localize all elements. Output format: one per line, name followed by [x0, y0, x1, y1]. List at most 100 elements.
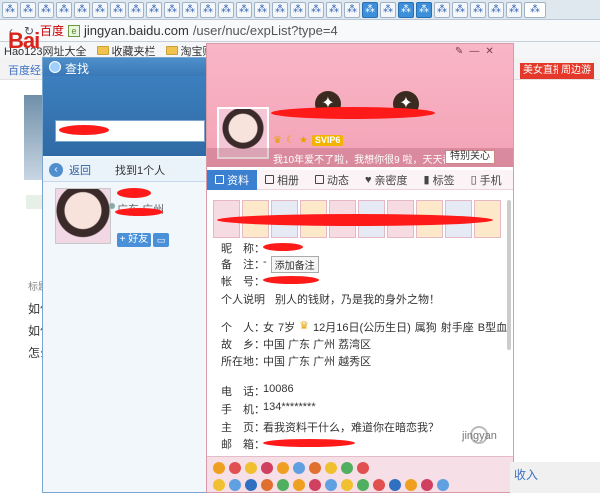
emoji-icon[interactable]: [373, 479, 385, 491]
emoji-icon[interactable]: [261, 462, 273, 474]
url-field[interactable]: 百度 e jingyan.baidu.com/user/nuc/expList?…: [40, 22, 338, 40]
tab-album[interactable]: 相册: [257, 170, 307, 190]
field-label: 个人说明: [221, 294, 265, 306]
browser-tab[interactable]: ⁂: [380, 1, 396, 18]
emoji-icon[interactable]: [293, 462, 305, 474]
tab-profile[interactable]: 资料: [207, 169, 257, 190]
close-icon[interactable]: ✕: [485, 46, 493, 57]
logo-text: Bai: [8, 28, 40, 53]
emoji-icon[interactable]: [293, 479, 305, 491]
emoji-icon[interactable]: [389, 479, 401, 491]
emoji-icon[interactable]: [405, 479, 417, 491]
scrollbar[interactable]: [507, 200, 511, 350]
tab-feed[interactable]: 动态: [307, 170, 357, 190]
homepage-row: 主 页： 看我资料干什么，难道你在暗恋我？: [221, 419, 439, 435]
phone-row: 电 话： 10086: [221, 383, 294, 399]
emoji-icon[interactable]: [277, 479, 289, 491]
browser-tab[interactable]: ⁂: [110, 1, 126, 18]
browser-tab[interactable]: ⁂: [92, 1, 108, 18]
back-icon[interactable]: ‹: [49, 162, 63, 177]
emoji-icon[interactable]: [421, 479, 433, 491]
field-label: 主 页：: [221, 422, 265, 434]
browser-tab[interactable]: ⁂: [290, 1, 306, 18]
browser-tab[interactable]: ⁂: [416, 1, 432, 18]
site-icon: e: [68, 24, 81, 37]
field-label: 电 话：: [221, 386, 265, 398]
emoji-icon[interactable]: [341, 462, 353, 474]
redaction-mark: [263, 439, 355, 447]
email-row: 邮 箱：: [221, 436, 355, 452]
browser-tab[interactable]: ⁂: [146, 1, 162, 18]
emoji-icon[interactable]: [309, 479, 321, 491]
browser-tab[interactable]: ⁂: [488, 1, 504, 18]
browser-tab[interactable]: ⁂: [164, 1, 180, 18]
browser-tab[interactable]: ⁂: [452, 1, 468, 18]
personal-desc: 别人的钱财，乃是我的身外之物！: [275, 294, 440, 306]
location: 中国 广东 广州 越秀区: [263, 356, 372, 368]
personal-desc-row: 个人说明 别人的钱财，乃是我的身外之物！: [221, 291, 440, 307]
emoji-icon[interactable]: [357, 462, 369, 474]
browser-tab[interactable]: ⁂: [344, 1, 360, 18]
emoji-icon[interactable]: [341, 479, 353, 491]
emoji-icon[interactable]: [325, 462, 337, 474]
phone-icon: ▯: [470, 174, 477, 186]
gender: 女: [263, 322, 274, 334]
minimize-icon[interactable]: —: [469, 46, 479, 57]
skin-icon[interactable]: ✎: [455, 46, 463, 57]
travel-button[interactable]: 周边游: [558, 63, 594, 79]
url-host: jingyan.baidu.com: [84, 23, 189, 38]
emoji-icon[interactable]: [437, 479, 449, 491]
emoji-icon[interactable]: [245, 479, 257, 491]
browser-tab[interactable]: ⁂: [20, 1, 36, 18]
special-care-button[interactable]: 特别关心: [445, 150, 495, 164]
browser-tab[interactable]: ⁂: [308, 1, 324, 18]
emoji-icon[interactable]: [309, 462, 321, 474]
browser-tab[interactable]: ⁂: [272, 1, 288, 18]
tab-phone[interactable]: ▯ 手机: [463, 170, 510, 190]
browser-tab[interactable]: ⁂: [128, 1, 144, 18]
add-remark-button[interactable]: 添加备注: [270, 256, 319, 273]
emoji-icon[interactable]: [261, 479, 273, 491]
emoji-icon[interactable]: [325, 479, 337, 491]
crown-icon: ♛: [273, 135, 282, 146]
message-icon[interactable]: ▭: [153, 233, 169, 247]
emoji-icon[interactable]: [277, 462, 289, 474]
browser-tab[interactable]: ⁂: [506, 1, 522, 18]
tab-tags[interactable]: ▮ 标签: [416, 170, 463, 190]
profile-tabs: 资料 相册 动态 ♥ 亲密度 ▮ 标签 ▯ 手机: [207, 169, 513, 190]
window-controls: ✎ — ✕: [455, 46, 494, 57]
browser-tab[interactable]: ⁂: [218, 1, 234, 18]
emoji-icon[interactable]: [245, 462, 257, 474]
emoji-icon[interactable]: [357, 479, 369, 491]
avatar[interactable]: [55, 188, 111, 244]
add-friend-button[interactable]: + 好友: [117, 233, 151, 247]
vip-badge[interactable]: SVIP6: [311, 135, 344, 146]
browser-tab[interactable]: ⁂: [38, 1, 54, 18]
browser-tab[interactable]: ⁂: [74, 1, 90, 18]
birthday: 12月16日(公历生日): [313, 322, 411, 334]
browser-tab[interactable]: ⁂: [362, 1, 378, 18]
emoji-icon[interactable]: [229, 479, 241, 491]
browser-tab[interactable]: ⁂: [326, 1, 342, 18]
tab-intimacy[interactable]: ♥ 亲密度: [357, 170, 416, 190]
browser-tab[interactable]: ⁂: [200, 1, 216, 18]
browser-tab[interactable]: ⁂: [182, 1, 198, 18]
browser-tab[interactable]: ⁂: [2, 1, 18, 18]
emoji-icon[interactable]: [213, 462, 225, 474]
redaction-mark: [217, 214, 493, 226]
back-button[interactable]: 返回: [69, 162, 91, 178]
right-bottom-link[interactable]: 收入: [514, 468, 538, 482]
profile-window: ✎ — ✕ ✦ ✦ ♛ ☾ ★ SVIP6 我10年爱不了啦，我想你很9 啦，天…: [206, 43, 514, 493]
address-bar: ‹ ↻ 百度 e jingyan.baidu.com/user/nuc/expL…: [0, 20, 600, 42]
browser-tab[interactable]: ⁂: [254, 1, 270, 18]
browser-tab[interactable]: ⁂: [434, 1, 450, 18]
emoji-icon[interactable]: [213, 479, 225, 491]
bookmark-icon: ▮: [423, 174, 430, 186]
browser-tab[interactable]: ⁂: [470, 1, 486, 18]
browser-tab-active[interactable]: ⁂: [524, 1, 546, 18]
browser-tab[interactable]: ⁂: [56, 1, 72, 18]
browser-tab[interactable]: ⁂: [398, 1, 414, 18]
emoji-icon[interactable]: [229, 462, 241, 474]
browser-tab[interactable]: ⁂: [236, 1, 252, 18]
baidu-logo[interactable]: Bai: [8, 28, 40, 54]
